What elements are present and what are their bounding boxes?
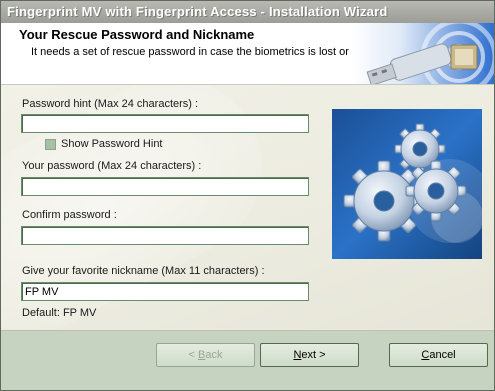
password-hint-input[interactable] [21, 114, 309, 133]
show-password-hint-checkbox[interactable] [45, 139, 56, 150]
wizard-header: Your Rescue Password and Nickname It nee… [1, 23, 494, 85]
nickname-input[interactable] [21, 282, 309, 301]
title-bar[interactable]: Fingerprint MV with Fingerprint Access -… [1, 1, 494, 23]
usb-key-icon [351, 23, 494, 84]
confirm-password-label: Confirm password : [22, 209, 117, 221]
back-button[interactable]: < Back [156, 343, 255, 367]
gears-image [332, 109, 482, 259]
cancel-button[interactable]: Cancel [389, 343, 488, 367]
password-hint-label: Password hint (Max 24 characters) : [22, 98, 199, 110]
confirm-password-input[interactable] [21, 226, 309, 245]
page-title: Your Rescue Password and Nickname [19, 27, 255, 42]
window-title: Fingerprint MV with Fingerprint Access -… [7, 4, 388, 19]
page-subtitle: It needs a set of rescue password in cas… [31, 46, 389, 58]
default-nickname-text: Default: FP MV [22, 307, 97, 319]
password-label: Your password (Max 24 characters) : [22, 160, 202, 172]
installation-wizard-window: Fingerprint MV with Fingerprint Access -… [0, 0, 495, 391]
nickname-label: Give your favorite nickname (Max 11 char… [22, 265, 265, 277]
next-button[interactable]: Next > [260, 343, 359, 367]
show-password-hint-label[interactable]: Show Password Hint [61, 138, 163, 150]
password-input[interactable] [21, 177, 309, 196]
